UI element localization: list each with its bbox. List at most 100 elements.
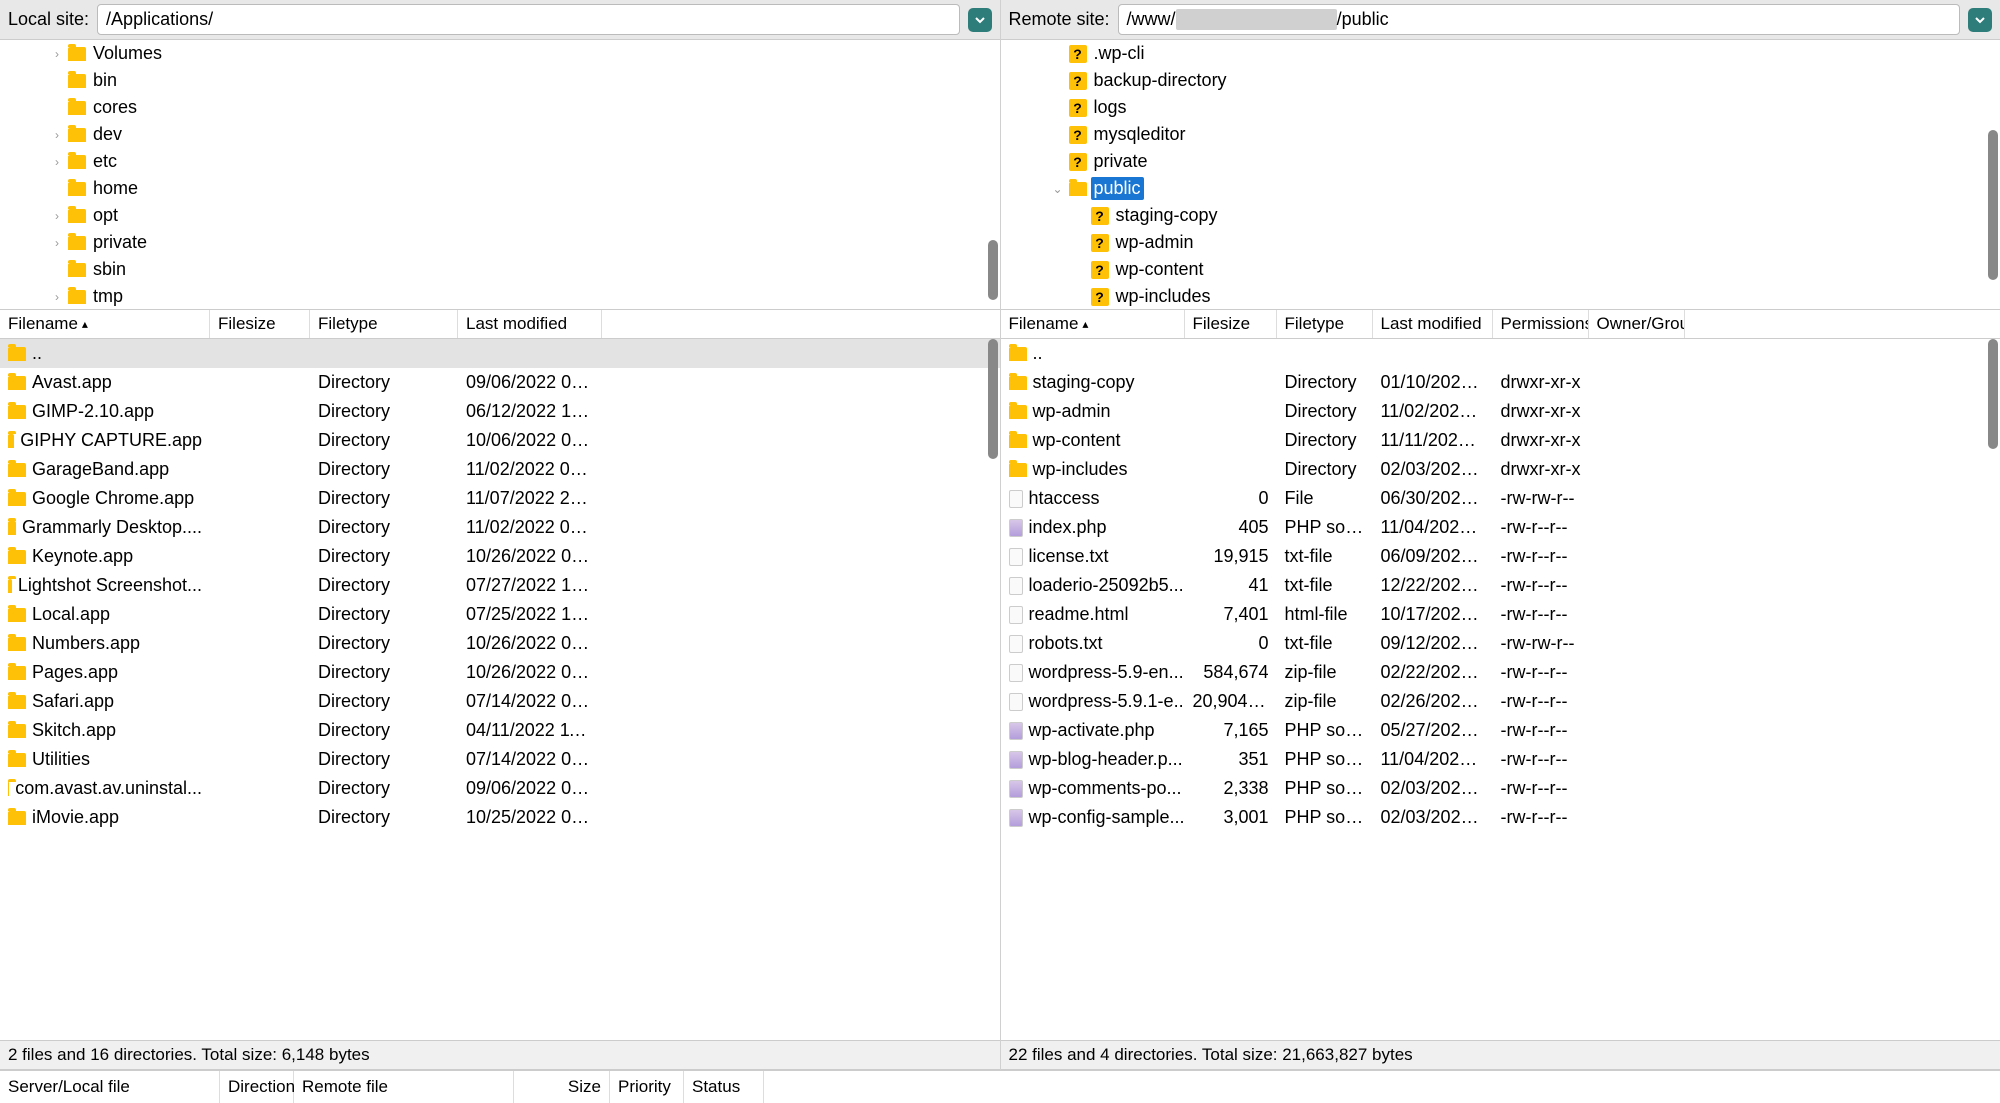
tree-item[interactable]: ›etc [0, 148, 1000, 175]
list-item[interactable]: GarageBand.appDirectory11/02/2022 09:0..… [0, 455, 1000, 484]
col-owner-group[interactable]: Owner/Group [1589, 310, 1685, 338]
tree-item[interactable]: ?wp-content [1001, 256, 2000, 283]
list-item[interactable]: GIPHY CAPTURE.appDirectory10/06/2022 09:… [0, 426, 1000, 455]
file-type: Directory [310, 370, 458, 395]
tree-item[interactable]: ›private [0, 229, 1000, 256]
list-item[interactable]: wp-activate.php7,165PHP sour...05/27/202… [1001, 716, 2000, 745]
tree-item[interactable]: ?mysqleditor [1001, 121, 2000, 148]
list-item[interactable]: Safari.appDirectory07/14/2022 04:4... [0, 687, 1000, 716]
queue-col-size[interactable]: Size [514, 1071, 610, 1103]
list-item[interactable]: readme.html7,401html-file10/17/2022 1...… [1001, 600, 2000, 629]
folder-icon [68, 209, 86, 223]
list-item[interactable]: wp-adminDirectory11/02/2022 1...drwxr-xr… [1001, 397, 2000, 426]
tree-item[interactable]: ›Volumes [0, 40, 1000, 67]
tree-item[interactable]: ?backup-directory [1001, 67, 2000, 94]
tree-item[interactable]: ?staging-copy [1001, 202, 2000, 229]
file-type: Directory [310, 776, 458, 801]
list-item[interactable]: robots.txt0txt-file09/12/2022 1...-rw-rw… [1001, 629, 2000, 658]
scrollbar-thumb[interactable] [988, 339, 998, 459]
scrollbar-thumb[interactable] [1988, 130, 1998, 280]
list-item[interactable]: com.avast.av.uninstal...Directory09/06/2… [0, 774, 1000, 803]
file-type: PHP sour... [1277, 805, 1373, 830]
col-permissions[interactable]: Permissions [1493, 310, 1589, 338]
file-owner [1589, 526, 1685, 530]
tree-item[interactable]: ›tmp [0, 283, 1000, 310]
list-item[interactable]: wordpress-5.9.1-e...20,904,4...zip-file0… [1001, 687, 2000, 716]
tree-item[interactable]: ?wp-admin [1001, 229, 2000, 256]
file-modified: 11/04/2020 2... [1373, 747, 1493, 772]
list-item[interactable]: UtilitiesDirectory07/14/2022 04:4... [0, 745, 1000, 774]
list-item[interactable]: index.php405PHP sour...11/04/2020 2...-r… [1001, 513, 2000, 542]
col-filename[interactable]: Filename▴ [1001, 310, 1185, 338]
file-modified: 11/02/2022 09:0... [458, 457, 602, 482]
list-item[interactable]: Lightshot Screenshot...Directory07/27/20… [0, 571, 1000, 600]
list-item[interactable]: Skitch.appDirectory04/11/2022 11:2... [0, 716, 1000, 745]
col-last-modified[interactable]: Last modified [1373, 310, 1493, 338]
list-item[interactable]: Local.appDirectory07/25/2022 14:4... [0, 600, 1000, 629]
remote-file-list[interactable]: ..staging-copyDirectory01/10/2022 0...dr… [1001, 339, 2000, 1040]
list-item[interactable]: Numbers.appDirectory10/26/2022 07:1... [0, 629, 1000, 658]
local-tree[interactable]: ›Volumesbincores›dev›etchome›opt›private… [0, 40, 1000, 310]
list-item[interactable]: .. [1001, 339, 2000, 368]
list-item[interactable]: wordpress-5.9-en...584,674zip-file02/22/… [1001, 658, 2000, 687]
list-item[interactable]: wp-blog-header.p...351PHP sour...11/04/2… [1001, 745, 2000, 774]
list-item[interactable]: wp-config-sample...3,001PHP sour...02/03… [1001, 803, 2000, 832]
list-item[interactable]: .. [0, 339, 1000, 368]
file-permissions: -rw-rw-r-- [1493, 486, 1589, 511]
col-filename[interactable]: Filename▴ [0, 310, 210, 338]
queue-col-direction[interactable]: Direction [220, 1071, 294, 1103]
file-name: wp-blog-header.p... [1029, 749, 1183, 770]
tree-item[interactable]: ›dev [0, 121, 1000, 148]
list-item[interactable]: wp-contentDirectory11/11/2022 0...drwxr-… [1001, 426, 2000, 455]
scrollbar-thumb[interactable] [988, 240, 998, 300]
local-path-input[interactable] [97, 4, 959, 35]
local-path-dropdown[interactable] [968, 8, 992, 32]
list-item[interactable]: Avast.appDirectory09/06/2022 02:... [0, 368, 1000, 397]
col-filesize[interactable]: Filesize [210, 310, 310, 338]
queue-col-remote[interactable]: Remote file [294, 1071, 514, 1103]
file-size: 2,338 [1185, 776, 1277, 801]
local-list-header: Filename▴ Filesize Filetype Last modifie… [0, 310, 1000, 339]
list-item[interactable]: Keynote.appDirectory10/26/2022 07:2... [0, 542, 1000, 571]
list-item[interactable]: Pages.appDirectory10/26/2022 07:2... [0, 658, 1000, 687]
col-last-modified[interactable]: Last modified [458, 310, 602, 338]
tree-item[interactable]: cores [0, 94, 1000, 121]
tree-item[interactable]: ⌄public [1001, 175, 2000, 202]
file-modified: 10/26/2022 07:2... [458, 660, 602, 685]
tree-item[interactable]: ›opt [0, 202, 1000, 229]
file-owner [1589, 700, 1685, 704]
col-filetype[interactable]: Filetype [310, 310, 458, 338]
list-item[interactable]: htaccess0File06/30/2021 1...-rw-rw-r-- [1001, 484, 2000, 513]
queue-col-status[interactable]: Status [684, 1071, 764, 1103]
list-item[interactable]: GIMP-2.10.appDirectory06/12/2022 19:1... [0, 397, 1000, 426]
list-item[interactable]: wp-includesDirectory02/03/2022 1...drwxr… [1001, 455, 2000, 484]
remote-tree[interactable]: ?.wp-cli?backup-directory?logs?mysqledit… [1001, 40, 2000, 310]
list-item[interactable]: wp-comments-po...2,338PHP sour...02/03/2… [1001, 774, 2000, 803]
col-filetype[interactable]: Filetype [1277, 310, 1373, 338]
tree-item[interactable]: ?logs [1001, 94, 2000, 121]
tree-item[interactable]: sbin [0, 256, 1000, 283]
file-name: Google Chrome.app [32, 488, 194, 509]
file-permissions: -rw-r--r-- [1493, 544, 1589, 569]
file-size [1185, 439, 1277, 443]
scrollbar-thumb[interactable] [1988, 339, 1998, 449]
local-file-list[interactable]: ..Avast.appDirectory09/06/2022 02:...GIM… [0, 339, 1000, 1040]
tree-item[interactable]: bin [0, 67, 1000, 94]
col-filesize[interactable]: Filesize [1185, 310, 1277, 338]
list-item[interactable]: staging-copyDirectory01/10/2022 0...drwx… [1001, 368, 2000, 397]
queue-col-server[interactable]: Server/Local file [0, 1071, 220, 1103]
list-item[interactable]: license.txt19,915txt-file06/09/2022 ...-… [1001, 542, 2000, 571]
queue-col-priority[interactable]: Priority [610, 1071, 684, 1103]
remote-path-dropdown[interactable] [1968, 8, 1992, 32]
list-item[interactable]: loaderio-25092b5...41txt-file12/22/2021 … [1001, 571, 2000, 600]
folder-icon [68, 74, 86, 88]
list-item[interactable]: Grammarly Desktop....Directory11/02/2022… [0, 513, 1000, 542]
list-item[interactable]: Google Chrome.appDirectory11/07/2022 22:… [0, 484, 1000, 513]
tree-item[interactable]: ?private [1001, 148, 2000, 175]
tree-item[interactable]: home [0, 175, 1000, 202]
list-item[interactable]: iMovie.appDirectory10/25/2022 07:4... [0, 803, 1000, 832]
remote-path-input[interactable]: /www/████████████/public [1118, 4, 1960, 35]
tree-item-label: public [1091, 177, 1144, 200]
tree-item[interactable]: ?wp-includes [1001, 283, 2000, 310]
tree-item[interactable]: ?.wp-cli [1001, 40, 2000, 67]
